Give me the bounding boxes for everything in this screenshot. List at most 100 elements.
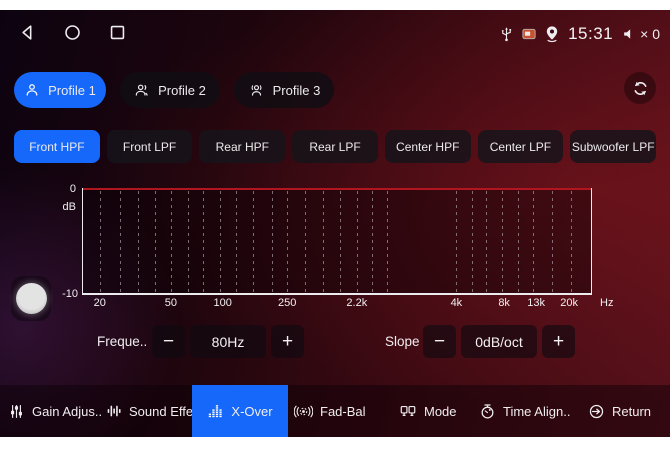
filter-tab-label: Subwoofer LPF	[572, 140, 655, 154]
nav-item-label: Fad-Bal	[320, 404, 366, 419]
graph-gridline	[571, 191, 572, 293]
nav-item-gain-adjust[interactable]: Gain Adjus..	[8, 385, 102, 437]
nav-item-time-align[interactable]: Time Align..	[479, 385, 570, 437]
graph-plot: 0 dB -10 20501002502.2k4k8k13k20k Hz	[82, 188, 592, 295]
filter-tab-rear-lpf[interactable]: Rear LPF	[292, 130, 378, 163]
nav-item-mode[interactable]: Mode	[399, 385, 457, 437]
person-icon	[24, 82, 40, 98]
filter-tab-label: Center LPF	[490, 140, 551, 154]
profile-1-tab[interactable]: Profile 1	[14, 72, 106, 108]
mode-windows-icon	[399, 403, 417, 420]
nav-item-label: Mode	[424, 404, 457, 419]
graph-x-tick: 20k	[560, 297, 578, 309]
status-bar: 15:31 × 0	[0, 10, 670, 56]
response-curve-line	[83, 188, 591, 190]
nav-item-label: Return	[612, 404, 651, 419]
graph-x-tick: 100	[214, 297, 232, 309]
filter-tab-label: Front LPF	[123, 140, 176, 154]
graph-y-max-label: 0	[70, 183, 76, 195]
volume-muted-icon	[621, 26, 638, 42]
time-alignment-stopwatch-icon	[479, 403, 496, 420]
graph-gridline	[220, 191, 221, 293]
graph-gridline	[120, 191, 121, 293]
graph-gridline	[272, 191, 273, 293]
filter-tab-rear-hpf[interactable]: Rear HPF	[199, 130, 285, 163]
gain-sliders-icon	[8, 403, 25, 420]
slope-plus-button[interactable]: +	[542, 325, 575, 358]
reset-button[interactable]	[624, 72, 656, 104]
profile-3-label: Profile 3	[273, 83, 321, 98]
filter-tab-label: Front HPF	[29, 140, 84, 154]
graph-gridline	[533, 191, 534, 293]
screenshot-page: 15:31 × 0 Profile 1 Profile 2 Profile 3	[0, 0, 670, 453]
home-icon[interactable]	[63, 23, 82, 42]
graph-x-tick: 250	[278, 297, 296, 309]
graph-gridline	[486, 191, 487, 293]
graph-x-tick: 50	[165, 297, 177, 309]
graph-x-tick: 13k	[527, 297, 545, 309]
graph-y-min-label: -10	[62, 288, 78, 300]
graph-gridline	[305, 191, 306, 293]
filter-tab-front-hpf[interactable]: Front HPF	[14, 130, 100, 163]
slope-minus-button[interactable]: −	[423, 325, 456, 358]
frequency-plus-button[interactable]: +	[271, 325, 304, 358]
android-nav-buttons	[18, 23, 127, 42]
graph-gridline	[138, 191, 139, 293]
nav-item-fad-bal[interactable]: Fad-Bal	[294, 385, 366, 437]
graph-gridline	[287, 191, 288, 293]
graph-gridline	[340, 191, 341, 293]
graph-gridline	[372, 191, 373, 293]
knob-dot-icon	[16, 283, 47, 314]
status-indicators: 15:31 × 0	[499, 20, 660, 48]
nav-item-xover[interactable]: X-Over	[192, 385, 288, 437]
usb-icon	[499, 26, 514, 43]
graph-x-unit-label: Hz	[600, 297, 613, 309]
filter-tab-label: Rear HPF	[216, 140, 269, 154]
filter-tab-front-lpf[interactable]: Front LPF	[107, 130, 193, 163]
recents-icon[interactable]	[108, 23, 127, 42]
crossover-filter-tabs: Front HPF Front LPF Rear HPF Rear LPF Ce…	[14, 130, 656, 163]
crossover-controls: Freque.. − 80Hz + Slope − 0dB/oct +	[0, 325, 670, 358]
knob-shortcut-button[interactable]	[11, 276, 51, 321]
graph-gridline	[171, 191, 172, 293]
filter-tab-label: Rear LPF	[309, 140, 360, 154]
location-icon	[544, 25, 560, 43]
nav-item-label: Gain Adjus..	[32, 404, 102, 419]
profile-tabs: Profile 1 Profile 2 Profile 3	[14, 72, 334, 108]
filter-tab-label: Center HPF	[396, 140, 459, 154]
graph-gridline	[188, 191, 189, 293]
nav-item-label: Sound Effe..	[129, 404, 200, 419]
graph-x-tick: 4k	[451, 297, 463, 309]
filter-tab-center-hpf[interactable]: Center HPF	[385, 130, 471, 163]
graph-gridline	[323, 191, 324, 293]
group-icon	[248, 82, 265, 98]
clock: 15:31	[568, 24, 613, 44]
refresh-icon	[631, 79, 650, 98]
bottom-nav-bar: Gain Adjus.. Sound Effe.. X-Over Fad-Bal…	[0, 385, 670, 437]
back-icon[interactable]	[18, 23, 37, 42]
frequency-minus-button[interactable]: −	[152, 325, 185, 358]
nav-item-return[interactable]: Return	[588, 385, 651, 437]
nav-item-sound-effects[interactable]: Sound Effe..	[106, 385, 200, 437]
profile-2-tab[interactable]: Profile 2	[120, 72, 220, 108]
return-arrow-icon	[588, 403, 605, 420]
profile-2-label: Profile 2	[158, 83, 206, 98]
graph-gridline	[456, 191, 457, 293]
profile-3-tab[interactable]: Profile 3	[234, 72, 334, 108]
person-plus-icon	[134, 82, 150, 98]
volume-muted-indicator: × 0	[621, 26, 660, 42]
graph-gridline	[253, 191, 254, 293]
graph-x-ticks: 20501002502.2k4k8k13k20k	[83, 293, 591, 309]
filter-tab-subwoofer-lpf[interactable]: Subwoofer LPF	[570, 130, 656, 163]
graph-x-tick: 8k	[498, 297, 510, 309]
filter-tab-center-lpf[interactable]: Center LPF	[478, 130, 564, 163]
graph-gridline	[100, 191, 101, 293]
graph-gridline	[518, 191, 519, 293]
sound-effect-bars-icon	[106, 403, 122, 419]
graph-gridline	[357, 191, 358, 293]
graph-gridline	[236, 191, 237, 293]
graph-gridline	[502, 191, 503, 293]
graph-gridline	[552, 191, 553, 293]
head-unit-screen: 15:31 × 0 Profile 1 Profile 2 Profile 3	[0, 10, 670, 437]
graph-gridline	[203, 191, 204, 293]
